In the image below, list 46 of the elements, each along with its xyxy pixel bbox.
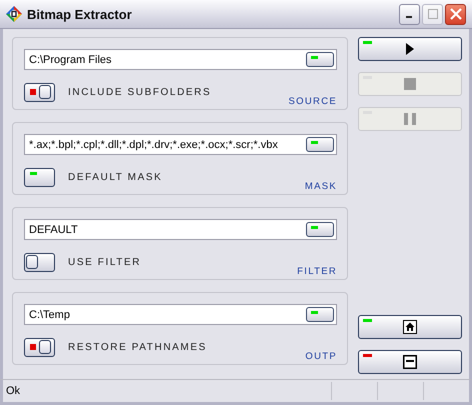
path-field[interactable]: *.ax;*.bpl;*.cpl;*.dll;*.dpl;*.drv;*.exe;*.ocx;*.scr;*.vbx <box>24 134 337 155</box>
play-icon <box>405 42 415 56</box>
minimize-button[interactable] <box>399 4 420 24</box>
led-icon <box>311 141 318 144</box>
option-label: DEFAULT MASK <box>68 172 162 182</box>
play-button[interactable] <box>358 37 462 61</box>
led-icon <box>30 172 37 174</box>
led-icon <box>30 89 36 95</box>
home-icon <box>403 320 417 334</box>
path-field[interactable]: C:\Program Files <box>24 49 337 70</box>
browse-button[interactable] <box>306 52 334 67</box>
path-field[interactable]: C:\Temp <box>24 304 337 325</box>
browse-button[interactable] <box>306 307 334 322</box>
group-label: FILTER <box>297 266 337 277</box>
option-label: RESTORE PATHNAMES <box>68 342 207 352</box>
group-label: MASK <box>304 181 337 192</box>
knob-icon <box>39 85 51 99</box>
option-label: INCLUDE SUBFOLDERS <box>68 86 212 98</box>
close-icon <box>450 8 462 20</box>
knob-icon <box>26 255 38 269</box>
minimize-button[interactable] <box>358 350 462 374</box>
option-label: USE FILTER <box>68 256 142 268</box>
toggle-switch[interactable] <box>24 252 55 272</box>
led-icon <box>311 311 318 314</box>
stop-icon <box>404 78 416 90</box>
led-icon <box>311 226 318 229</box>
toggle-switch[interactable] <box>24 82 55 102</box>
app-icon <box>6 6 22 22</box>
group-label: SOURCE <box>288 96 337 107</box>
close-button[interactable] <box>445 4 466 24</box>
browse-button[interactable] <box>306 137 334 152</box>
led-icon <box>311 56 318 59</box>
path-field[interactable]: DEFAULT <box>24 219 337 240</box>
browse-button[interactable] <box>306 222 334 237</box>
pause-icon <box>404 113 416 125</box>
maximize-icon <box>428 9 438 19</box>
knob-icon <box>39 340 51 354</box>
minimize-icon <box>406 16 412 18</box>
led-icon <box>30 344 36 350</box>
home-button[interactable] <box>358 315 462 339</box>
toggle-switch[interactable] <box>24 338 55 356</box>
group-label: OUTP <box>305 351 337 362</box>
window-title: Bitmap Extractor <box>27 6 133 22</box>
toggle-button[interactable] <box>24 168 55 186</box>
status-text: Ok <box>5 385 22 397</box>
window-icon <box>403 355 417 369</box>
